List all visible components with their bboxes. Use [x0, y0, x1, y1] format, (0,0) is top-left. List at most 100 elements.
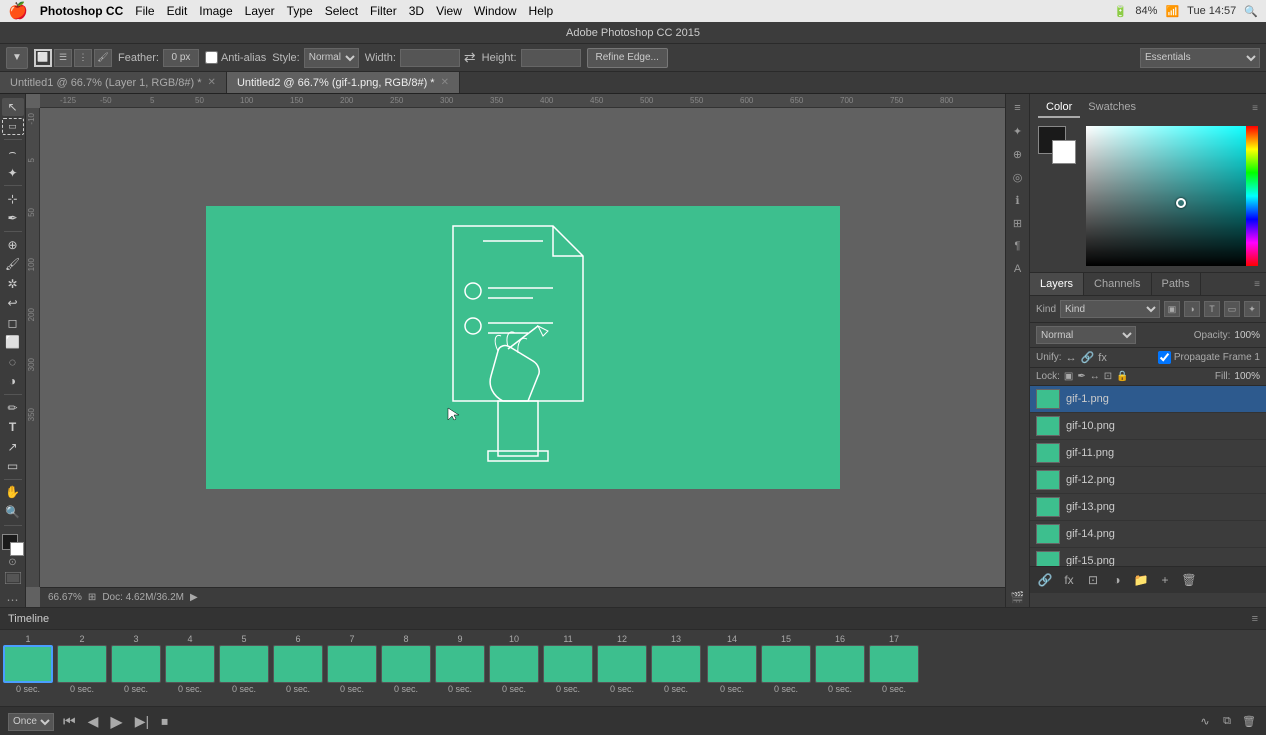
color-area[interactable]: [2, 534, 24, 552]
tab1-close-icon[interactable]: ✕: [208, 77, 216, 88]
layers-panel-menu-icon[interactable]: ≡: [1248, 275, 1266, 294]
lasso-tool[interactable]: ⌢: [2, 144, 24, 162]
unify-position-icon[interactable]: ↔: [1066, 352, 1077, 364]
frame-8-thumb[interactable]: [381, 645, 431, 683]
next-frame-button[interactable]: ▶|: [132, 713, 152, 730]
frame-14[interactable]: 14 0 sec.: [706, 634, 758, 694]
type-filter-icon[interactable]: T: [1204, 301, 1220, 317]
brush-tool[interactable]: 🖌: [2, 255, 24, 273]
frame-12-thumb[interactable]: [597, 645, 647, 683]
spot-healing-tool[interactable]: ⊕: [2, 236, 24, 254]
zoom-expand-icon[interactable]: ⊞: [88, 592, 96, 603]
frame-11[interactable]: 11 0 sec.: [542, 634, 594, 694]
timeline-menu-icon[interactable]: ≡: [1252, 613, 1258, 625]
lock-artboard-icon[interactable]: ⊡: [1104, 371, 1112, 382]
color-picker-circle[interactable]: [1176, 198, 1186, 208]
blend-mode-select[interactable]: Normal: [1036, 326, 1136, 344]
lock-all-icon[interactable]: 🔒: [1116, 371, 1128, 382]
adjustment-filter-icon[interactable]: ◑: [1184, 301, 1200, 317]
panel-tool-3[interactable]: ◎: [1008, 167, 1028, 187]
menu-3d[interactable]: 3D: [409, 4, 424, 18]
frame-2[interactable]: 2 0 sec.: [56, 634, 108, 694]
frame-11-thumb[interactable]: [543, 645, 593, 683]
background-swatch[interactable]: [1052, 140, 1076, 164]
single-row-marquee-icon[interactable]: ☰: [54, 49, 72, 67]
brush-marquee-icon[interactable]: 🖌: [94, 49, 112, 67]
frame-13[interactable]: 13 0 sec.: [650, 634, 702, 694]
layer-item-gif13[interactable]: gif-13.png: [1030, 494, 1266, 521]
shape-tool[interactable]: ▭: [2, 457, 24, 475]
frame-2-thumb[interactable]: [57, 645, 107, 683]
height-input[interactable]: [521, 49, 581, 67]
menu-edit[interactable]: Edit: [167, 4, 188, 18]
swatches-tab[interactable]: Swatches: [1080, 98, 1144, 118]
smart-filter-icon[interactable]: ✦: [1244, 301, 1260, 317]
single-col-marquee-icon[interactable]: ⋮: [74, 49, 92, 67]
eraser-tool[interactable]: ◻: [2, 314, 24, 332]
pixel-filter-icon[interactable]: ▣: [1164, 301, 1180, 317]
layer-item-gif14[interactable]: gif-14.png: [1030, 521, 1266, 548]
frame-1-thumb[interactable]: [3, 645, 53, 683]
anti-alias-checkbox[interactable]: [205, 51, 218, 64]
hue-bar[interactable]: [1246, 126, 1258, 266]
panel-tool-6[interactable]: ¶: [1008, 236, 1028, 256]
blur-tool[interactable]: ◌: [2, 353, 24, 371]
frame-1[interactable]: 1 0 sec.: [2, 634, 54, 694]
frame-7[interactable]: 7 0 sec.: [326, 634, 378, 694]
zoom-tool[interactable]: 🔍: [2, 503, 24, 521]
timeline-frames[interactable]: 1 0 sec. 2 0 sec. 3 0 sec. 4 0 sec. 5 0 …: [0, 630, 1266, 706]
panel-tool-5[interactable]: ⊞: [1008, 213, 1028, 233]
frame-10[interactable]: 10 0 sec.: [488, 634, 540, 694]
frame-3[interactable]: 3 0 sec.: [110, 634, 162, 694]
panel-tool-7[interactable]: A: [1008, 259, 1028, 279]
frame-4-thumb[interactable]: [165, 645, 215, 683]
lock-paint-icon[interactable]: ✒: [1077, 371, 1085, 382]
layer-item-gif15[interactable]: gif-15.png: [1030, 548, 1266, 566]
color-gradient-main[interactable]: [1086, 126, 1258, 266]
menu-file[interactable]: File: [135, 4, 154, 18]
add-adjustment-icon[interactable]: ◑: [1108, 571, 1126, 589]
unify-style-icon[interactable]: fx: [1098, 352, 1107, 364]
layer-item-gif1[interactable]: gif-1.png: [1030, 386, 1266, 413]
frame-14-thumb[interactable]: [707, 645, 757, 683]
frame-12[interactable]: 12 0 sec.: [596, 634, 648, 694]
delete-frame-icon[interactable]: 🗑: [1240, 713, 1258, 731]
lock-position-icon[interactable]: ↔: [1090, 371, 1100, 382]
layer-item-gif11[interactable]: gif-11.png: [1030, 440, 1266, 467]
hand-tool[interactable]: ✋: [2, 484, 24, 502]
refine-edge-button[interactable]: Refine Edge...: [587, 48, 668, 68]
frame-4[interactable]: 4 0 sec.: [164, 634, 216, 694]
frame-6-thumb[interactable]: [273, 645, 323, 683]
tool-selector-icon[interactable]: ▼: [6, 47, 28, 69]
magic-wand-tool[interactable]: ✦: [2, 164, 24, 182]
unify-linked-icon[interactable]: 🔗: [1081, 351, 1095, 364]
color-tab[interactable]: Color: [1038, 98, 1080, 118]
frame-8[interactable]: 8 0 sec.: [380, 634, 432, 694]
layers-list[interactable]: gif-1.png gif-10.png gif-11.png gif-12.p…: [1030, 386, 1266, 566]
frame-16-thumb[interactable]: [815, 645, 865, 683]
style-select[interactable]: Normal: [304, 48, 359, 68]
layer-item-gif12[interactable]: gif-12.png: [1030, 467, 1266, 494]
quick-mask-icon[interactable]: ⊙: [8, 557, 16, 568]
menu-type[interactable]: Type: [287, 4, 313, 18]
frame-17[interactable]: 17 0 sec.: [868, 634, 920, 694]
frame-9[interactable]: 9 0 sec.: [434, 634, 486, 694]
loop-select[interactable]: Once: [8, 713, 54, 731]
frame-15[interactable]: 15 0 sec.: [760, 634, 812, 694]
expand-tools-icon[interactable]: ⋯: [7, 593, 19, 607]
essentials-select[interactable]: Essentials: [1140, 48, 1260, 68]
menu-filter[interactable]: Filter: [370, 4, 397, 18]
duplicate-frame-icon[interactable]: ⧉: [1218, 713, 1236, 731]
stop-button[interactable]: ⏹: [158, 713, 171, 730]
menu-image[interactable]: Image: [199, 4, 232, 18]
menu-help[interactable]: Help: [529, 4, 554, 18]
channels-tab[interactable]: Channels: [1084, 273, 1151, 295]
tween-icon[interactable]: ∿: [1196, 713, 1214, 731]
prev-frame-button[interactable]: ◀: [85, 713, 102, 730]
panel-tool-2[interactable]: ⊕: [1008, 144, 1028, 164]
delete-layer-icon[interactable]: 🗑: [1180, 571, 1198, 589]
add-group-icon[interactable]: 📁: [1132, 571, 1150, 589]
color-picker-container[interactable]: [1086, 126, 1258, 266]
menu-layer[interactable]: Layer: [245, 4, 275, 18]
screen-mode-icon[interactable]: [5, 572, 21, 587]
